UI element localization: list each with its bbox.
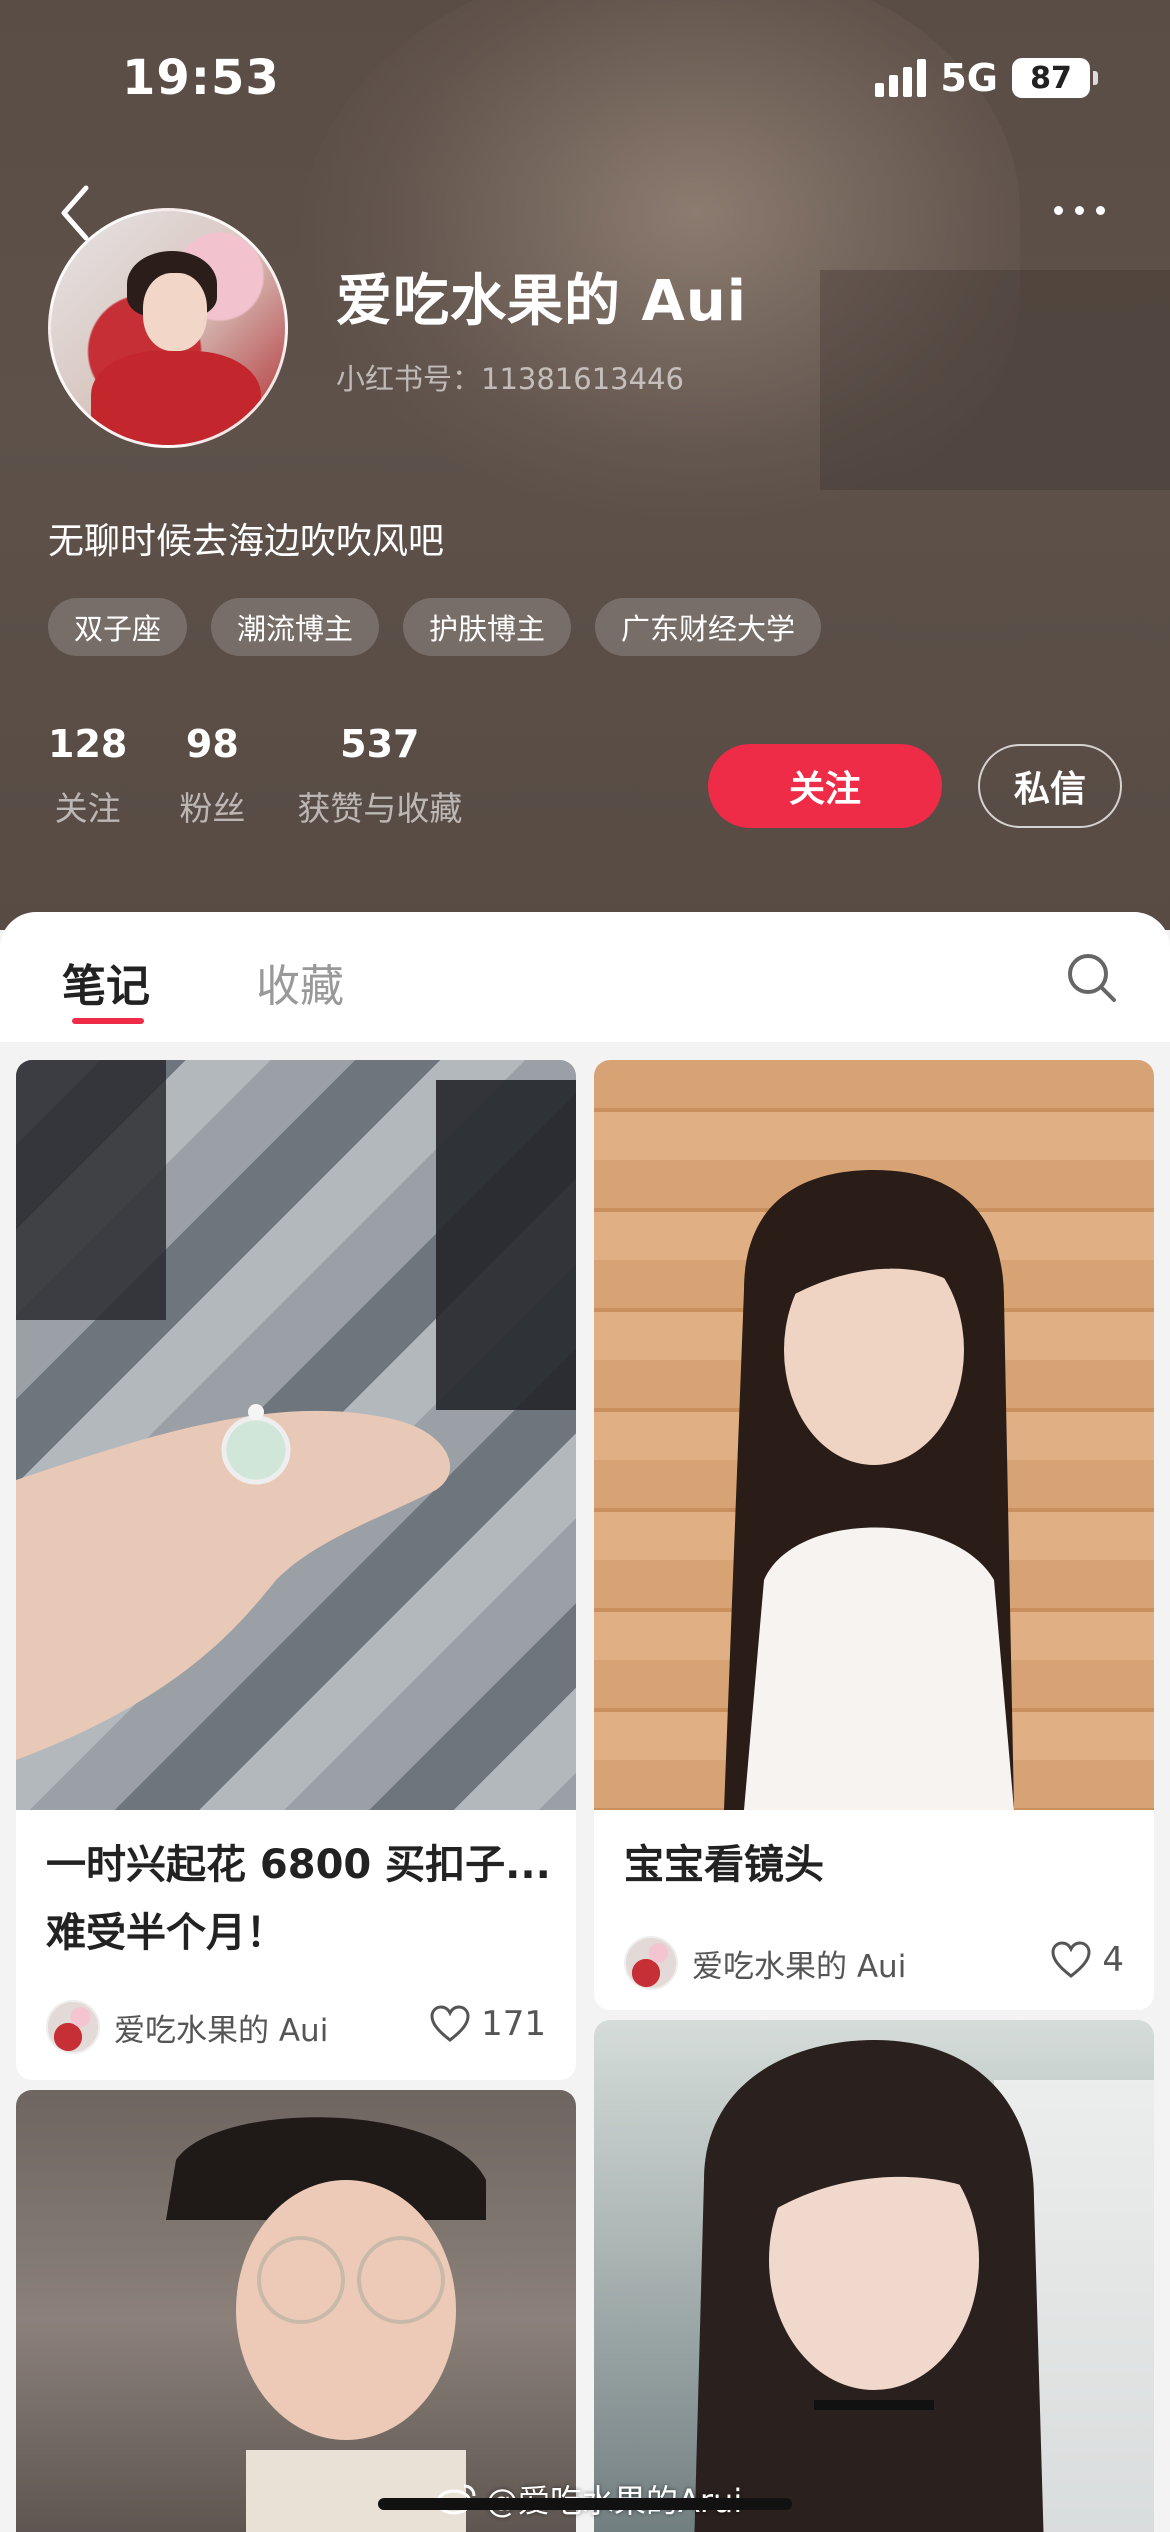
note-image <box>16 1060 576 1810</box>
stat-followers[interactable]: 98 粉丝 <box>179 722 245 830</box>
heart-icon <box>1051 1941 1091 1978</box>
tag-zodiac[interactable]: 双子座 <box>48 598 188 656</box>
portrait-glasses-illustration <box>166 2117 486 2532</box>
note-card[interactable]: 宝宝看镜头 爱吃水果的 Aui 4 <box>594 1060 1154 2010</box>
battery-icon: 87 <box>1012 58 1098 98</box>
tag-list: 双子座 潮流博主 护肤博主 广东财经大学 <box>48 598 822 656</box>
note-title: 宝宝看镜头 <box>624 1842 824 1888</box>
note-image <box>16 2090 576 2532</box>
note-image <box>594 2020 1154 2532</box>
like-count[interactable]: 171 <box>429 2004 546 2044</box>
stat-following-value: 128 <box>48 722 128 766</box>
note-author[interactable]: 爱吃水果的 Aui <box>624 1936 906 1990</box>
message-button[interactable]: 私信 <box>978 744 1122 828</box>
stats: 128 关注 98 粉丝 537 获赞与收藏 <box>48 722 514 830</box>
tag-skincare-blogger[interactable]: 护肤博主 <box>403 598 572 656</box>
nickname: 爱吃水果的 Aui <box>336 269 747 334</box>
tab-collections[interactable]: 收藏 <box>256 950 344 1014</box>
search-icon[interactable] <box>1064 950 1120 1006</box>
like-count[interactable]: 4 <box>1050 1940 1124 1980</box>
profile-header: 19:53 5G 87 爱吃水果的 Aui 小红书号：11381613446 无… <box>0 0 1170 930</box>
author-name: 爱吃水果的 Aui <box>114 2012 329 2049</box>
portrait-smile-illustration <box>694 2040 1154 2532</box>
status-bar: 19:53 5G 87 <box>0 40 1170 120</box>
tab-notes[interactable]: 笔记 <box>62 950 150 1014</box>
status-indicators: 5G 87 <box>875 56 1098 100</box>
status-time: 19:53 <box>122 50 280 106</box>
note-card[interactable] <box>16 2090 576 2532</box>
more-icon[interactable] <box>1044 190 1114 230</box>
home-indicator[interactable] <box>378 2498 792 2510</box>
stat-followers-value: 98 <box>185 722 239 766</box>
stat-likes-label: 获赞与收藏 <box>297 789 463 828</box>
follow-button[interactable]: 关注 <box>708 744 942 828</box>
stat-followers-label: 粉丝 <box>179 789 246 828</box>
tab-active-indicator <box>72 1018 144 1024</box>
tag-university[interactable]: 广东财经大学 <box>595 598 822 656</box>
stat-following-label: 关注 <box>54 789 121 828</box>
user-id: 小红书号：11381613446 <box>336 362 684 396</box>
tag-fashion-blogger[interactable]: 潮流博主 <box>211 598 380 656</box>
avatar[interactable] <box>48 208 288 448</box>
note-card[interactable]: 一时兴起花 6800 买扣子... 难受半个月！ 爱吃水果的 Aui 171 <box>16 1060 576 2080</box>
signal-icon <box>875 59 927 97</box>
stat-likes-collects[interactable]: 537 获赞与收藏 <box>297 722 462 830</box>
note-title-line2: 难受半个月！ <box>46 1910 286 1956</box>
author-avatar <box>624 1936 678 1990</box>
network-label: 5G <box>940 56 998 100</box>
portrait-illustration <box>724 1170 1014 1810</box>
heart-icon <box>430 2005 470 2042</box>
note-title-line1: 一时兴起花 6800 买扣子... <box>46 1842 551 1888</box>
background-shelf <box>820 270 1170 490</box>
like-count-value: 171 <box>481 2004 546 2044</box>
like-count-value: 4 <box>1102 1940 1124 1980</box>
stat-following[interactable]: 128 关注 <box>48 722 127 830</box>
note-image <box>594 1060 1154 1810</box>
notes-feed: 一时兴起花 6800 买扣子... 难受半个月！ 爱吃水果的 Aui 171 宝… <box>0 1042 1170 2532</box>
stat-likes-value: 537 <box>340 722 420 766</box>
note-author[interactable]: 爱吃水果的 Aui <box>46 2000 328 2054</box>
tab-bar: 笔记 收藏 <box>0 912 1170 1042</box>
note-card[interactable] <box>594 2020 1154 2532</box>
author-name: 爱吃水果的 Aui <box>692 1948 907 1985</box>
hand-ring-illustration <box>16 1060 576 1760</box>
author-avatar <box>46 2000 100 2054</box>
bio: 无聊时候去海边吹吹风吧 <box>48 521 445 562</box>
